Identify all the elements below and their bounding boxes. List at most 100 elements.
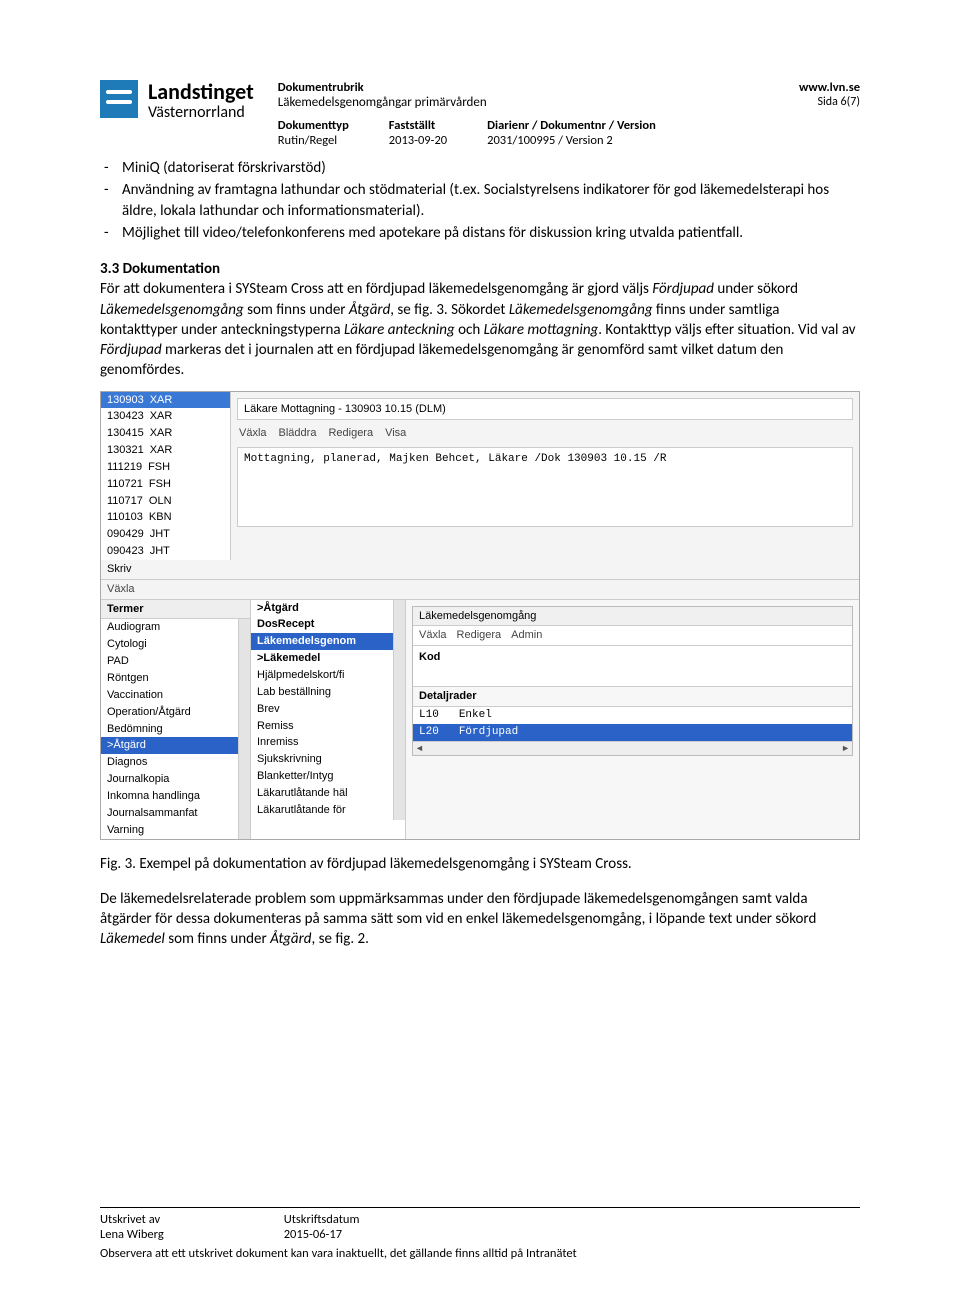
para-text: . Kontakttyp väljs efter situation. Vid … [598, 321, 855, 339]
para-text: under sökord [714, 280, 798, 298]
date-code-row[interactable]: 111219FSH [101, 459, 230, 476]
list-item[interactable]: Remiss [251, 718, 405, 735]
list-item[interactable]: Röntgen [101, 670, 250, 687]
list-item[interactable]: Läkarutlåtande för [251, 802, 405, 819]
menu-item[interactable]: Admin [511, 628, 542, 643]
date-code-row[interactable]: 090423JHT [101, 543, 230, 560]
term: Läkemedelsgenomgång [509, 301, 653, 319]
diarienr-label: Diarienr / Dokumentnr / Version [487, 118, 860, 133]
doktyp-label: Dokumenttyp [278, 118, 349, 133]
date-code-row[interactable]: 130415XAR [101, 425, 230, 442]
list-item[interactable]: Varning [101, 822, 250, 839]
date-code-row[interactable]: 110717OLN [101, 493, 230, 510]
term: Fördjupad [100, 341, 162, 359]
header-url: www.lvn.se [799, 80, 860, 95]
faststallt-value: 2013-09-20 [389, 133, 447, 148]
para-text: som finns under [165, 930, 270, 948]
date-code-row[interactable]: 110721FSH [101, 476, 230, 493]
list-item[interactable]: Hjälpmedelskort/fi [251, 667, 405, 684]
faststallt-label: Fastställt [389, 118, 447, 133]
term: Fördjupad [652, 280, 714, 298]
subwindow-menu[interactable]: Växla Redigera Admin [413, 626, 852, 646]
list-item[interactable]: Inkomna handlinga [101, 788, 250, 805]
para-text: markeras det i journalen att en fördjupa… [100, 341, 783, 379]
menu-item[interactable]: Visa [385, 426, 406, 441]
logo-line2: Västernorrland [148, 104, 254, 122]
list-item[interactable]: Journalsammanfat [101, 805, 250, 822]
menu-item[interactable]: Växla [419, 628, 447, 643]
utskrivet-av-label: Utskrivet av [100, 1212, 164, 1227]
utskriftsdatum-value: 2015-06-17 [284, 1227, 360, 1242]
date-code-row[interactable]: 090429JHT [101, 526, 230, 543]
date-code-row[interactable]: 130423XAR [101, 408, 230, 425]
list-item[interactable]: >Åtgärd [251, 600, 405, 617]
menu-item[interactable]: Bläddra [279, 426, 317, 441]
detaljrader-label: Detaljrader [413, 686, 852, 707]
rubrik-value: Läkemedelsgenomgångar primärvården [278, 95, 487, 110]
date-code-list[interactable]: 130903XAR130423XAR130415XAR130321XAR1112… [101, 392, 231, 560]
menu-item[interactable]: Redigera [457, 628, 502, 643]
list-item[interactable]: DosRecept [251, 616, 405, 633]
scrollbar[interactable] [238, 619, 250, 839]
subwindow-title: Läkemedelsgenomgång [413, 607, 852, 627]
body-text: MiniQ (datoriserat förskrivarstöd) Använ… [100, 158, 860, 949]
list-item[interactable]: Inremiss [251, 734, 405, 751]
vaxla-bar[interactable]: Växla [101, 580, 859, 599]
list-item[interactable]: Operation/Åtgärd [101, 704, 250, 721]
date-code-row[interactable]: 110103KBN [101, 509, 230, 526]
termer-list[interactable]: AudiogramCytologiPADRöntgenVaccinationOp… [101, 619, 250, 839]
list-item[interactable]: Sjukskrivning [251, 751, 405, 768]
para-text: , se fig. 2. [311, 930, 368, 948]
horizontal-scrollbar[interactable] [413, 741, 852, 755]
list-item[interactable]: PAD [101, 653, 250, 670]
list-item[interactable]: Cytologi [101, 636, 250, 653]
bullet-list: MiniQ (datoriserat förskrivarstöd) Använ… [100, 158, 860, 243]
date-code-row[interactable]: 130903XAR [101, 392, 230, 409]
window-title: Läkare Mottagning - 130903 10.15 (DLM) [237, 398, 853, 421]
list-item[interactable]: Brev [251, 701, 405, 718]
termer-panel: Termer AudiogramCytologiPADRöntgenVaccin… [101, 600, 251, 840]
list-item[interactable]: Journalkopia [101, 771, 250, 788]
menu-item[interactable]: Växla [239, 426, 267, 441]
screenshot-figure: 130903XAR130423XAR130415XAR130321XAR1112… [100, 391, 860, 841]
note-text: Mottagning, planerad, Majken Behcet, Läk… [237, 447, 853, 527]
bullet-item: Användning av framtagna lathundar och st… [122, 180, 860, 221]
list-item[interactable]: Läkarutlåtande häl [251, 785, 405, 802]
scrollbar[interactable] [393, 600, 405, 820]
term: Läkare anteckning [344, 321, 455, 339]
subwindow: Läkemedelsgenomgång Växla Redigera Admin K… [412, 606, 853, 756]
date-code-row[interactable]: 130321XAR [101, 442, 230, 459]
list-item[interactable]: Lab beställning [251, 684, 405, 701]
list-item[interactable]: >Läkemedel [251, 650, 405, 667]
atgard-list[interactable]: >ÅtgärdDosReceptLäkemedelsgenom>Läkemede… [251, 600, 405, 820]
list-item[interactable]: Canceranmälan [251, 819, 405, 820]
para-text: som finns under [244, 301, 349, 319]
list-item[interactable]: Blanketter/Intyg [251, 768, 405, 785]
bullet-item: Möjlighet till video/telefonkonferens me… [122, 223, 860, 243]
detalj-row[interactable]: L10Enkel [413, 707, 852, 724]
termer-header: Termer [101, 600, 250, 620]
para-text: De läkemedelsrelaterade problem som uppm… [100, 890, 816, 928]
kod-label: Kod [413, 646, 852, 686]
page-footer: Utskrivet av Lena Wiberg Utskriftsdatum … [100, 1207, 860, 1261]
list-item[interactable]: Diagnos [101, 754, 250, 771]
list-item[interactable]: Vaccination [101, 687, 250, 704]
figure-caption: Fig. 3. Exempel på dokumentation av förd… [100, 854, 860, 874]
para-text: och [455, 321, 484, 339]
list-item[interactable]: Audiogram [101, 619, 250, 636]
menu-item[interactable]: Redigera [328, 426, 373, 441]
diarienr-value: 2031/100995 / Version 2 [487, 133, 860, 148]
para-text: , se fig. 3. Sökordet [390, 301, 509, 319]
window-menubar[interactable]: Växla Bläddra Redigera Visa [237, 424, 853, 447]
list-item[interactable]: Bedömning [101, 721, 250, 738]
list-item[interactable]: Läkemedelsgenom [251, 633, 405, 650]
detaljrader-list[interactable]: L10EnkelL20Fördjupad [413, 707, 852, 741]
para-text: För att dokumentera i SYSteam Cross att … [100, 280, 652, 298]
document-header: Landstinget Västernorrland Dokumentrubri… [100, 80, 860, 148]
term: Åtgärd [270, 930, 311, 948]
term: Läkemedel [100, 930, 165, 948]
list-item[interactable]: Blodsmitta [101, 838, 250, 839]
detalj-row[interactable]: L20Fördjupad [413, 724, 852, 741]
list-item[interactable]: >Åtgärd [101, 737, 250, 754]
bullet-item: MiniQ (datoriserat förskrivarstöd) [122, 158, 860, 178]
